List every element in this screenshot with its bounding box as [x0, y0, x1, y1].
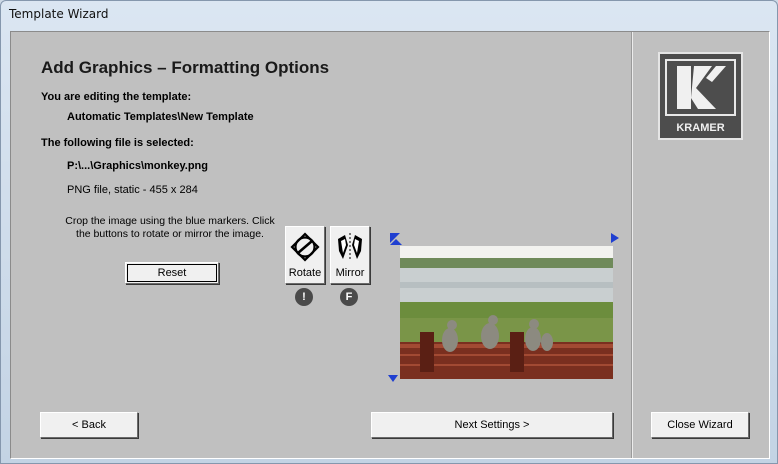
mirror-label: Mirror — [335, 267, 365, 279]
file-info: PNG file, static - 455 x 284 — [67, 184, 198, 196]
back-button[interactable]: < Back — [40, 412, 138, 438]
monkey-photo — [400, 246, 613, 379]
kramer-logo-mark: KRAMER — [665, 59, 736, 134]
template-path: Automatic Templates\New Template — [67, 111, 254, 123]
wizard-panel: Add Graphics – Formatting Options You ar… — [10, 31, 770, 459]
panel-divider — [631, 32, 633, 458]
rotate-hotkey-badge: ! — [295, 288, 313, 306]
rotate-icon — [290, 232, 320, 262]
window-title: Template Wizard — [9, 7, 109, 21]
kramer-logo-text: KRAMER — [676, 122, 724, 134]
rotate-label: Rotate — [288, 267, 322, 279]
rotate-button[interactable]: Rotate — [285, 226, 325, 284]
image-preview — [400, 246, 613, 379]
file-path: P:\...\Graphics\monkey.png — [67, 160, 208, 172]
page-title: Add Graphics – Formatting Options — [41, 58, 330, 77]
kramer-logo: KRAMER — [658, 52, 743, 140]
crop-hint: Crop the image using the blue markers. C… — [65, 215, 275, 240]
selected-label: The following file is selected: — [41, 137, 194, 149]
editing-label: You are editing the template: — [41, 91, 192, 103]
mirror-icon — [338, 233, 362, 261]
close-wizard-button[interactable]: Close Wizard — [651, 412, 749, 438]
crop-marker-top-right-icon[interactable] — [610, 233, 620, 243]
mirror-button[interactable]: Mirror — [330, 226, 370, 284]
mirror-hotkey-badge: F — [340, 288, 358, 306]
template-wizard-window: Template Wizard Add Graphics – Formattin… — [0, 0, 778, 464]
reset-button[interactable]: Reset — [125, 262, 219, 284]
crop-marker-bottom-left-icon[interactable] — [388, 373, 398, 383]
next-settings-button[interactable]: Next Settings > — [371, 412, 613, 438]
crop-marker-top-left-icon[interactable] — [389, 232, 403, 246]
